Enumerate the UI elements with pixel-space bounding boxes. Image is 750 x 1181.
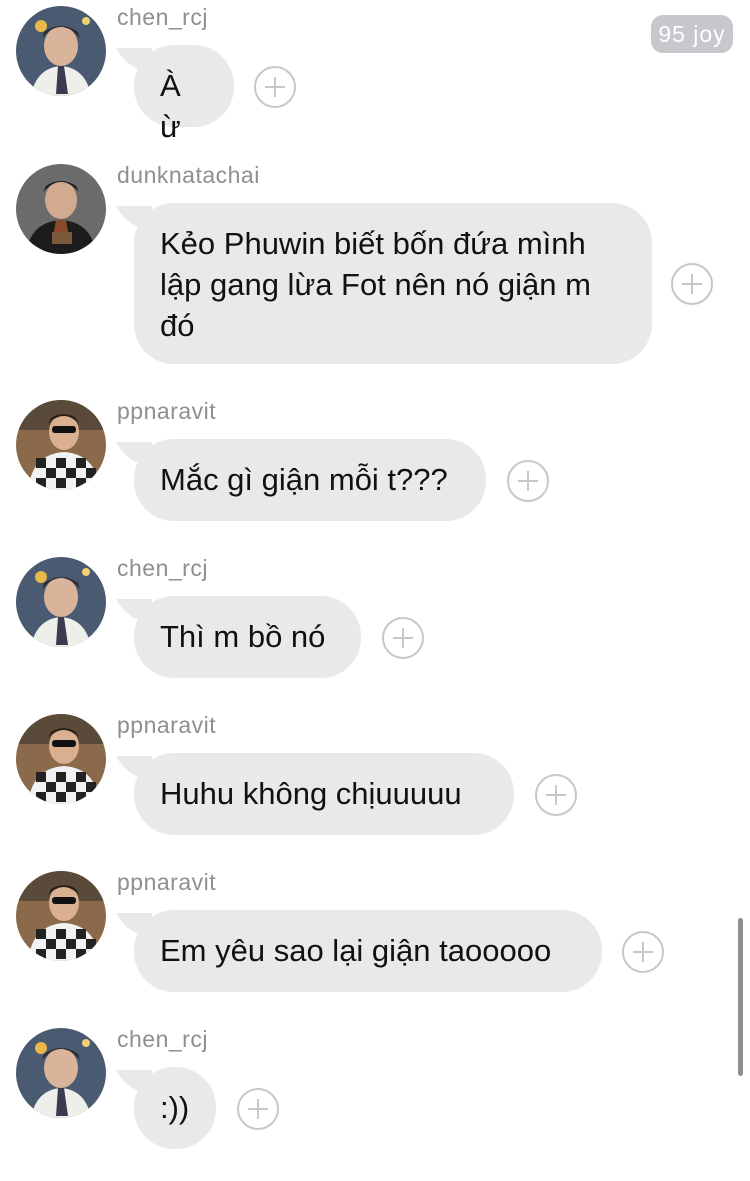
sender-name[interactable]: dunknatachai xyxy=(117,162,260,189)
avatar[interactable] xyxy=(16,557,106,647)
avatar[interactable] xyxy=(16,6,106,96)
chat-thread[interactable]: chen_rcj À ừ dunknatachai Kẻo Phuwin biế… xyxy=(0,0,750,1181)
avatar[interactable] xyxy=(16,164,106,254)
avatar[interactable] xyxy=(16,871,106,961)
sender-name[interactable]: ppnaravit xyxy=(117,398,216,425)
avatar[interactable] xyxy=(16,1028,106,1118)
message-bubble[interactable]: Thì m bồ nó xyxy=(134,596,361,678)
add-reaction-icon[interactable] xyxy=(254,66,296,108)
sender-name[interactable]: ppnaravit xyxy=(117,869,216,896)
joy-badge: 95 joy xyxy=(651,15,733,53)
message-bubble[interactable]: Em yêu sao lại giận taooooo xyxy=(134,910,602,992)
add-reaction-icon[interactable] xyxy=(535,774,577,816)
sender-name[interactable]: chen_rcj xyxy=(117,555,208,582)
message-bubble[interactable]: Kẻo Phuwin biết bốn đứa mình lập gang lừ… xyxy=(134,203,652,364)
scrollbar[interactable] xyxy=(738,918,743,1076)
sender-name[interactable]: chen_rcj xyxy=(117,4,208,31)
add-reaction-icon[interactable] xyxy=(237,1088,279,1130)
avatar[interactable] xyxy=(16,400,106,490)
message-bubble[interactable]: À ừ xyxy=(134,45,234,144)
add-reaction-icon[interactable] xyxy=(507,460,549,502)
sender-name[interactable]: ppnaravit xyxy=(117,712,216,739)
message-bubble[interactable]: Mắc gì giận mỗi t??? xyxy=(134,439,486,521)
message-bubble[interactable]: :)) xyxy=(134,1067,216,1149)
add-reaction-icon[interactable] xyxy=(671,263,713,305)
sender-name[interactable]: chen_rcj xyxy=(117,1026,208,1053)
avatar[interactable] xyxy=(16,714,106,804)
message-bubble[interactable]: Huhu không chịuuuuu xyxy=(134,753,514,835)
add-reaction-icon[interactable] xyxy=(622,931,664,973)
add-reaction-icon[interactable] xyxy=(382,617,424,659)
